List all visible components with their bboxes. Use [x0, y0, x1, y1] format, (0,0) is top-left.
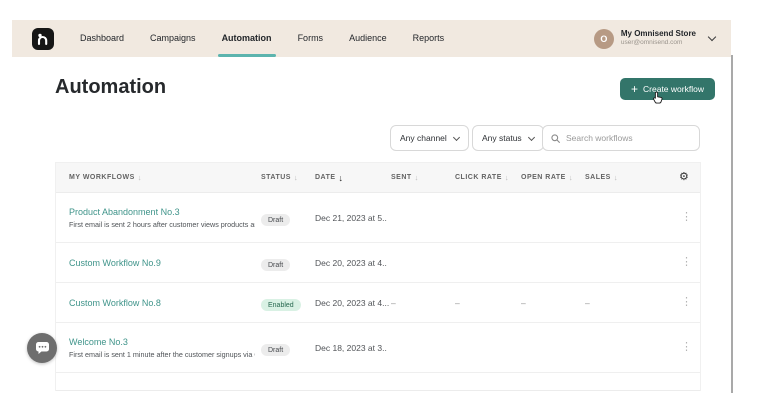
nav-item-dashboard[interactable]: Dashboard	[80, 20, 124, 57]
row-menu-kebab-icon[interactable]: ⋮	[681, 297, 692, 308]
column-header-date[interactable]: DATE ↓	[315, 173, 391, 183]
table-row-partial	[56, 373, 700, 391]
sort-down-icon: ↓	[613, 173, 619, 182]
account-menu[interactable]: O My Omnisend Store user@omnisend.com	[593, 28, 717, 49]
account-email: user@omnisend.com	[620, 39, 683, 47]
sort-down-icon: ↓	[137, 173, 143, 182]
sales-value: –	[585, 297, 590, 308]
plus-icon: +	[631, 81, 639, 96]
workflow-link[interactable]: Custom Workflow No.8	[69, 298, 255, 308]
column-header-my-workflows[interactable]: MY WORKFLOWS ↓	[69, 173, 261, 182]
sort-down-icon: ↓	[414, 173, 419, 182]
table-settings-gear-icon[interactable]: ⚙	[679, 172, 689, 183]
channel-filter-value: Any channel	[400, 133, 447, 143]
workflow-date: Dec 21, 2023 at 5..	[315, 212, 387, 223]
row-menu-kebab-icon[interactable]: ⋮	[681, 257, 692, 268]
row-menu-kebab-icon[interactable]: ⋮	[681, 342, 692, 353]
search-input[interactable]	[566, 133, 691, 143]
search-icon	[551, 133, 560, 143]
column-header-click-rate[interactable]: CLICK RATE ↓	[455, 173, 521, 182]
status-badge: Draft	[261, 259, 291, 271]
table-row[interactable]: Welcome No.3 First email is sent 1 minut…	[56, 323, 700, 373]
sort-down-icon: ↓	[504, 173, 510, 182]
workflow-date: Dec 20, 2023 at 4...	[315, 297, 390, 308]
status-filter-dropdown[interactable]: Any status	[472, 125, 544, 151]
workflow-date: Dec 18, 2023 at 3..	[315, 342, 387, 353]
status-badge: Draft	[261, 344, 291, 356]
nav-item-reports[interactable]: Reports	[413, 20, 445, 57]
main-nav: Dashboard Campaigns Automation Forms Aud…	[80, 20, 444, 57]
workflow-link[interactable]: Product Abandonment No.3	[69, 207, 255, 217]
hand-cursor-icon	[653, 91, 663, 104]
workflows-table: MY WORKFLOWS ↓ STATUS ↓ DATE ↓ SENT ↓ CL…	[55, 162, 701, 391]
table-row[interactable]: Custom Workflow No.9 Draft Dec 20, 2023 …	[56, 243, 700, 283]
row-menu-kebab-icon[interactable]: ⋮	[681, 212, 692, 223]
account-info: My Omnisend Store user@omnisend.com	[621, 29, 696, 47]
omnisend-logo-glyph	[37, 33, 48, 45]
sort-down-icon: ↓	[293, 173, 299, 182]
click-rate-value: –	[455, 297, 460, 308]
omnisend-logo-icon[interactable]	[32, 27, 54, 50]
sort-down-icon: ↓	[338, 172, 344, 183]
status-filter-value: Any status	[482, 133, 522, 143]
table-row[interactable]: Custom Workflow No.8 Enabled Dec 20, 202…	[56, 283, 700, 323]
chevron-down-icon	[707, 32, 717, 42]
chevron-down-icon	[527, 133, 535, 141]
filters-row: Any channel Any status	[0, 125, 768, 151]
workflow-link[interactable]: Welcome No.3	[69, 337, 255, 347]
column-header-sent[interactable]: SENT ↓	[391, 173, 455, 182]
workflow-description: First email is sent 1 minute after the c…	[69, 349, 255, 359]
sort-down-icon: ↓	[568, 173, 574, 182]
automation-page: Dashboard Campaigns Automation Forms Aud…	[0, 0, 768, 406]
table-row[interactable]: Product Abandonment No.3 First email is …	[56, 193, 700, 243]
top-navigation-bar: Dashboard Campaigns Automation Forms Aud…	[12, 20, 731, 57]
store-avatar: O	[593, 28, 614, 49]
nav-item-campaigns[interactable]: Campaigns	[150, 20, 196, 57]
channel-filter-dropdown[interactable]: Any channel	[390, 125, 469, 151]
scrollbar[interactable]	[731, 55, 733, 393]
chat-bubble-icon	[35, 342, 49, 354]
column-header-sales[interactable]: SALES ↓	[585, 173, 677, 182]
table-header-row: MY WORKFLOWS ↓ STATUS ↓ DATE ↓ SENT ↓ CL…	[56, 163, 700, 193]
sent-value: –	[391, 297, 396, 308]
status-badge: Enabled	[261, 299, 301, 311]
page-title: Automation	[55, 76, 167, 98]
chat-launcher-button[interactable]	[27, 333, 57, 363]
column-header-open-rate[interactable]: OPEN RATE ↓	[521, 173, 585, 182]
nav-item-forms[interactable]: Forms	[298, 20, 324, 57]
workflow-description: First email is sent 2 hours after custom…	[69, 219, 255, 229]
open-rate-value: –	[521, 297, 526, 308]
column-header-status[interactable]: STATUS ↓	[261, 173, 315, 182]
nav-item-audience[interactable]: Audience	[349, 20, 387, 57]
create-workflow-button[interactable]: + Create workflow	[620, 78, 715, 100]
workflow-date: Dec 20, 2023 at 4..	[315, 257, 387, 268]
workflow-search[interactable]	[542, 125, 700, 151]
chevron-down-icon	[452, 133, 460, 141]
nav-item-automation[interactable]: Automation	[217, 20, 276, 57]
workflow-link[interactable]: Custom Workflow No.9	[69, 258, 255, 268]
store-name: My Omnisend Store	[620, 29, 696, 39]
status-badge: Draft	[261, 214, 291, 226]
